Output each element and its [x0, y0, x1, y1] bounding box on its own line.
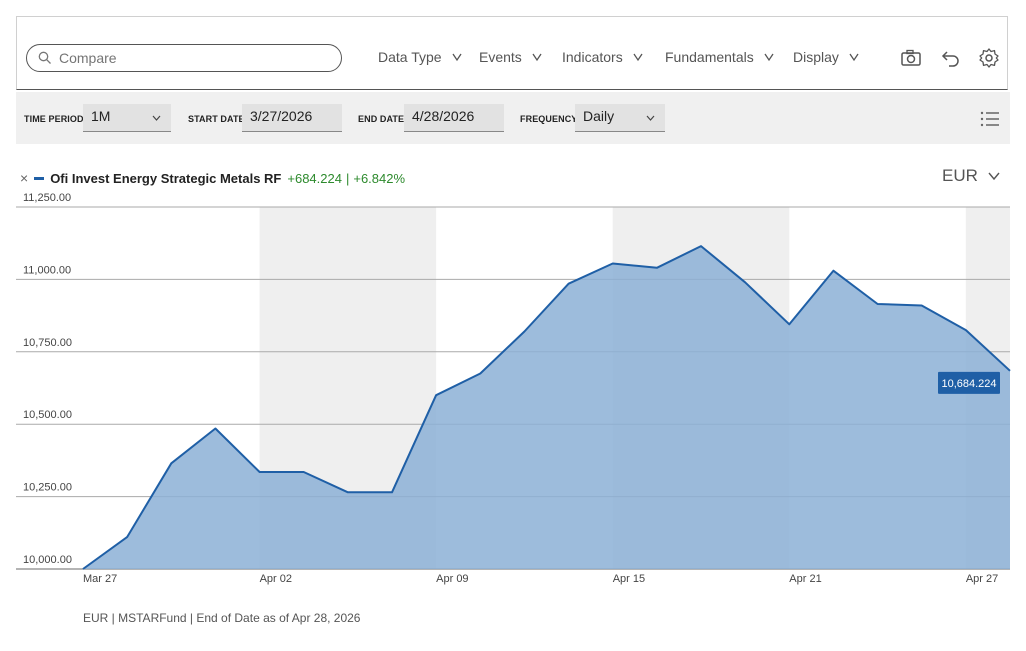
last-value-label: 10,684.224 [941, 378, 996, 390]
data-point [789, 324, 790, 325]
data-point [568, 283, 569, 284]
data-point [921, 305, 922, 306]
data-point [833, 270, 834, 271]
price-chart: 10,000.00 10,250.00 10,500.00 10,750.00 11,0… [16, 192, 1011, 585]
data-point [436, 395, 437, 396]
data-point [215, 428, 216, 429]
data-point [303, 471, 304, 472]
x-tick-label: Apr 15 [613, 573, 645, 585]
data-point [127, 537, 128, 538]
data-point [171, 463, 172, 464]
y-tick-label: 10,500.00 [23, 409, 72, 421]
y-tick-label: 10,250.00 [23, 482, 72, 494]
y-tick-label: 11,250.00 [23, 192, 71, 204]
data-point [1010, 370, 1011, 371]
y-tick-label: 10,000.00 [23, 554, 72, 566]
x-tick-label: Mar 27 [83, 573, 117, 585]
data-point [392, 492, 393, 493]
data-point [745, 282, 746, 283]
x-tick-label: Apr 21 [789, 573, 821, 585]
y-tick-label: 10,750.00 [23, 337, 72, 349]
data-point [877, 304, 878, 305]
x-tick-label: Apr 27 [966, 573, 998, 585]
data-point [612, 263, 613, 264]
y-tick-label: 11,000.00 [23, 264, 71, 276]
data-point [83, 569, 84, 570]
x-tick-label: Apr 09 [436, 573, 468, 585]
data-point [480, 373, 481, 374]
x-tick-label: Apr 02 [260, 573, 292, 585]
chart-footer: EUR | MSTARFund | End of Date as of Apr … [83, 611, 361, 625]
data-point [656, 267, 657, 268]
data-point [524, 331, 525, 332]
data-point [347, 492, 348, 493]
data-point [259, 471, 260, 472]
data-point [965, 330, 966, 331]
series-area [83, 246, 1010, 569]
data-point [701, 246, 702, 247]
